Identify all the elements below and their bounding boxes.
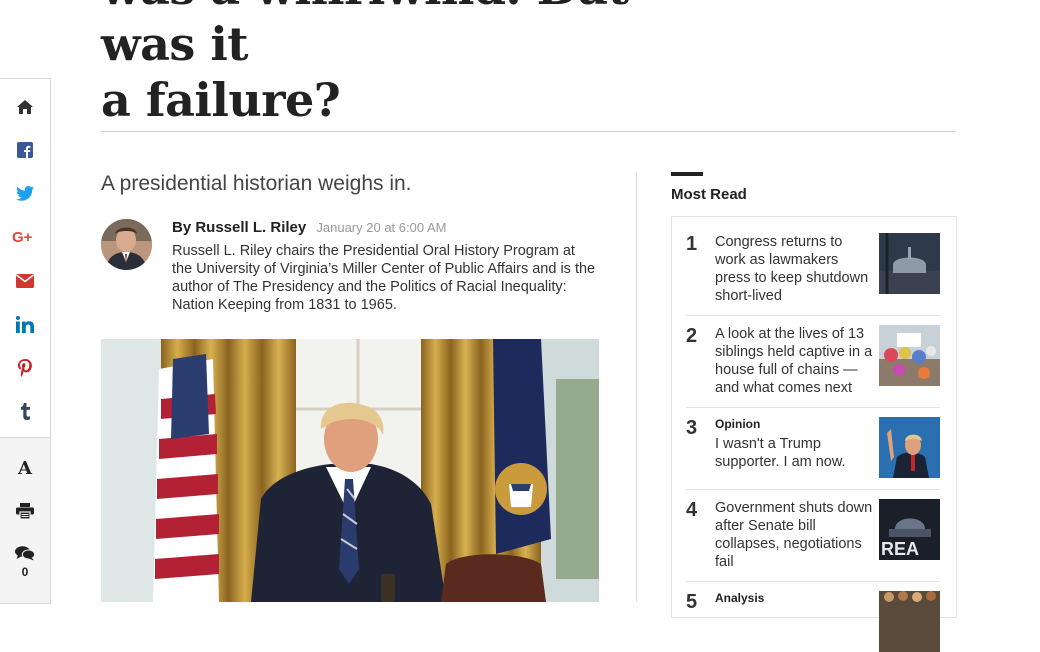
pinterest-icon[interactable]: [0, 353, 50, 383]
item-separator: [686, 407, 940, 408]
email-icon[interactable]: [0, 266, 50, 296]
article-subhead: A presidential historian weighs in.: [101, 172, 412, 195]
item-number: 1: [686, 233, 698, 255]
column-divider: [636, 172, 637, 602]
item-thumbnail[interactable]: [879, 325, 940, 386]
print-icon: [16, 503, 34, 519]
comments-icon: [15, 545, 35, 560]
print-button[interactable]: [0, 496, 50, 526]
item-kicker: Analysis: [715, 591, 765, 605]
home-icon[interactable]: [0, 92, 50, 122]
most-read-item-1[interactable]: 1 Congress returns to work as lawmakers …: [686, 233, 942, 309]
comments-button[interactable]: 0: [0, 539, 50, 585]
item-headline[interactable]: I wasn't a Trump supporter. I am now.: [715, 435, 873, 471]
item-thumbnail[interactable]: [879, 417, 940, 478]
resize-text-icon: A: [18, 457, 32, 479]
author-name[interactable]: By Russell L. Riley: [172, 219, 306, 236]
resize-text-button[interactable]: A: [0, 453, 50, 483]
item-number: 5: [686, 591, 698, 613]
most-read-list: 1 Congress returns to work as lawmakers …: [671, 216, 957, 652]
publish-date: January 20 at 6:00 AM: [316, 220, 447, 235]
item-separator: [686, 489, 940, 490]
most-read-item-3[interactable]: 3 Opinion I wasn't a Trump supporter. I …: [686, 417, 942, 493]
headline-line-2: a failure?: [101, 73, 341, 127]
most-read-item-5[interactable]: 5 Analysis: [686, 591, 942, 652]
author-avatar[interactable]: [101, 219, 152, 270]
most-read-item-2[interactable]: 2 A look at the lives of 13 siblings hel…: [686, 325, 942, 401]
svg-text:G+: G+: [12, 229, 33, 245]
twitter-icon[interactable]: [0, 178, 50, 208]
tumblr-icon[interactable]: [0, 396, 50, 426]
most-read-accent-bar: [671, 172, 703, 176]
item-number: 3: [686, 417, 698, 439]
item-thumbnail[interactable]: [879, 591, 940, 652]
item-separator: [686, 581, 940, 582]
item-thumbnail[interactable]: [879, 233, 940, 294]
byline: By Russell L. Riley January 20 at 6:00 A…: [172, 219, 446, 236]
google-plus-icon[interactable]: G+: [0, 222, 50, 252]
article-headline: was a whirlwind. But was it a failure?: [101, 0, 701, 128]
svg-text:REA: REA: [881, 539, 919, 559]
most-read-title: Most Read: [671, 186, 747, 203]
headline-line-1: was a whirlwind. But was it: [101, 0, 629, 71]
item-headline[interactable]: A look at the lives of 13 siblings held …: [715, 325, 873, 397]
comment-count: 0: [21, 564, 29, 579]
author-bio: Russell L. Riley chairs the Presidential…: [172, 243, 596, 313]
facebook-icon[interactable]: [0, 135, 50, 165]
headline-divider: [101, 131, 956, 132]
share-rail: G+ A 0: [0, 78, 51, 604]
item-headline[interactable]: Congress returns to work as lawmakers pr…: [715, 233, 873, 305]
linkedin-icon[interactable]: [0, 309, 50, 339]
most-read-item-4[interactable]: 4 Government shuts down after Senate bil…: [686, 499, 942, 575]
item-number: 2: [686, 325, 698, 347]
item-kicker: Opinion: [715, 417, 761, 431]
hero-image: [101, 339, 599, 602]
item-headline[interactable]: Government shuts down after Senate bill …: [715, 499, 873, 571]
item-thumbnail[interactable]: REA: [879, 499, 940, 560]
item-separator: [686, 315, 940, 316]
item-number: 4: [686, 499, 698, 521]
